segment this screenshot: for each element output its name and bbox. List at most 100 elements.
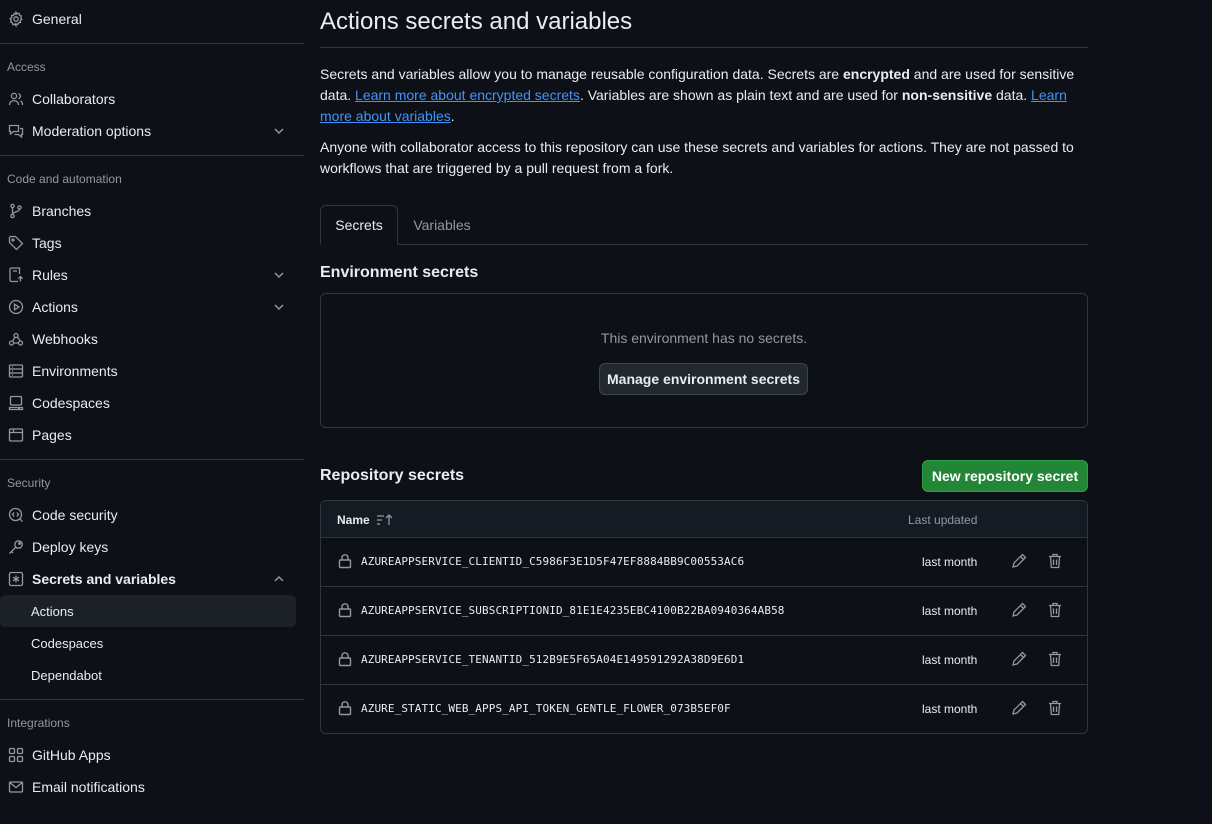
secrets-tabs: Secrets Variables: [320, 205, 1088, 245]
sidebar-item-label: Moderation options: [32, 123, 152, 139]
pencil-icon[interactable]: [1010, 552, 1028, 570]
sidebar-item-label: Codespaces: [31, 635, 104, 651]
sidebar-heading-integrations: Integrations: [7, 716, 70, 730]
sidebar-item-collaborators[interactable]: Collaborators: [0, 83, 296, 115]
sidebar-item-github-apps[interactable]: GitHub Apps: [0, 739, 296, 771]
secret-name: AZUREAPPSERVICE_TENANTID_512B9E5F65A04E1…: [361, 653, 745, 666]
table-row: AZURE_STATIC_WEB_APPS_API_TOKEN_GENTLE_F…: [321, 685, 1087, 733]
chevron-down-icon[interactable]: [272, 300, 286, 314]
description-access: Anyone with collaborator access to this …: [320, 139, 1074, 176]
sidebar-item-environments[interactable]: Environments: [0, 355, 296, 387]
sidebar-item-label: Tags: [32, 235, 62, 251]
lock-icon: [338, 701, 352, 716]
environment-secrets-title: Environment secrets: [320, 264, 479, 281]
sidebar-divider: [0, 699, 304, 700]
trash-icon[interactable]: [1046, 552, 1064, 570]
sidebar-subitem-codespaces[interactable]: Codespaces: [0, 627, 296, 659]
comment-discussion-icon: [8, 124, 24, 139]
sidebar-item-code-security[interactable]: Code security: [0, 499, 296, 531]
learn-more-secrets-link[interactable]: Learn more about encrypted secrets: [355, 87, 580, 103]
sidebar-item-label: GitHub Apps: [32, 747, 111, 763]
secret-name: AZUREAPPSERVICE_SUBSCRIPTIONID_81E1E4235…: [361, 604, 785, 617]
column-header-label: Name: [337, 513, 370, 527]
secret-name: AZUREAPPSERVICE_CLIENTID_C5986F3E1D5F47E…: [361, 555, 745, 568]
sort-ascending-icon[interactable]: [376, 513, 394, 527]
settings-sidebar: General Access Collaborators Moderation …: [0, 0, 304, 824]
sidebar-item-label: Codespaces: [32, 395, 110, 411]
title-divider: [320, 47, 1088, 48]
branch-icon: [10, 203, 22, 219]
description-text: Secrets and variables allow you to manag…: [320, 66, 843, 82]
sidebar-item-webhooks[interactable]: Webhooks: [0, 323, 296, 355]
sidebar-item-label: Email notifications: [32, 779, 145, 795]
lock-icon: [338, 652, 352, 667]
sidebar-item-label: Dependabot: [31, 667, 102, 683]
lock-icon: [338, 554, 352, 569]
tab-secrets[interactable]: Secrets: [320, 205, 398, 245]
table-row: AZUREAPPSERVICE_CLIENTID_C5986F3E1D5F47E…: [321, 538, 1087, 587]
tab-variables[interactable]: Variables: [398, 205, 486, 245]
codespaces-icon: [8, 395, 24, 411]
secret-last-updated: last month: [922, 653, 978, 667]
sidebar-item-moderation[interactable]: Moderation options: [0, 115, 296, 147]
pencil-icon[interactable]: [1010, 601, 1028, 619]
trash-icon[interactable]: [1046, 601, 1064, 619]
repository-secrets-title: Repository secrets: [320, 467, 465, 484]
secret-last-updated: last month: [922, 604, 978, 618]
pencil-icon[interactable]: [1010, 650, 1028, 668]
table-row: AZUREAPPSERVICE_SUBSCRIPTIONID_81E1E4235…: [321, 587, 1087, 636]
sidebar-item-email-notifications[interactable]: Email notifications: [0, 771, 296, 803]
sidebar-item-branches[interactable]: Branches: [0, 195, 296, 227]
sidebar-heading-access: Access: [7, 60, 46, 74]
sidebar-item-general[interactable]: General: [0, 3, 296, 35]
sidebar-item-rules[interactable]: Rules: [0, 259, 296, 291]
sidebar-item-label: Branches: [32, 203, 92, 219]
webhook-icon: [8, 332, 24, 346]
sidebar-item-tags[interactable]: Tags: [0, 227, 296, 259]
page-title: Actions secrets and variables: [320, 8, 633, 35]
manage-environment-secrets-button[interactable]: Manage environment secrets: [599, 363, 808, 395]
pencil-icon[interactable]: [1010, 699, 1028, 717]
sidebar-item-label: Actions: [31, 603, 74, 619]
chevron-down-icon[interactable]: [272, 268, 286, 282]
column-header-name[interactable]: Name: [337, 513, 394, 527]
mail-icon: [8, 781, 24, 793]
description-text: data.: [992, 87, 1032, 103]
secret-last-updated: last month: [922, 555, 978, 569]
sidebar-divider: [0, 43, 304, 44]
secret-last-updated: last month: [922, 702, 978, 716]
sidebar-divider: [0, 459, 304, 460]
sidebar-item-label: Collaborators: [32, 91, 116, 107]
secret-name: AZURE_STATIC_WEB_APPS_API_TOKEN_GENTLE_F…: [361, 702, 731, 715]
browser-icon: [8, 428, 24, 442]
repo-push-icon: [9, 267, 23, 283]
key-icon: [9, 540, 23, 554]
sidebar-subitem-dependabot[interactable]: Dependabot: [0, 659, 296, 691]
description-text: .: [450, 108, 455, 124]
play-icon: [8, 299, 24, 315]
new-repository-secret-button[interactable]: New repository secret: [922, 460, 1088, 492]
trash-icon[interactable]: [1046, 650, 1064, 668]
apps-icon: [8, 747, 24, 763]
sidebar-item-actions[interactable]: Actions: [0, 291, 296, 323]
codescan-icon: [8, 507, 23, 522]
sidebar-item-deploy-keys[interactable]: Deploy keys: [0, 531, 296, 563]
sidebar-subitem-actions[interactable]: Actions: [0, 595, 296, 627]
description-emphasis: encrypted: [842, 66, 910, 82]
sidebar-item-label: Rules: [32, 267, 68, 283]
gear-icon: [9, 11, 23, 27]
sidebar-item-label: Pages: [32, 427, 72, 443]
sidebar-item-codespaces[interactable]: Codespaces: [0, 387, 296, 419]
asterisk-icon: [8, 571, 24, 587]
sidebar-item-label: Code security: [32, 507, 118, 523]
sidebar-item-pages[interactable]: Pages: [0, 419, 296, 451]
chevron-down-icon[interactable]: [272, 124, 286, 138]
sidebar-item-label: Webhooks: [32, 331, 98, 347]
trash-icon[interactable]: [1046, 699, 1064, 717]
sidebar-item-label: Secrets and variables: [32, 571, 176, 587]
table-row: AZUREAPPSERVICE_TENANTID_512B9E5F65A04E1…: [321, 636, 1087, 685]
sidebar-item-label: Environments: [32, 363, 118, 379]
chevron-up-icon[interactable]: [272, 572, 286, 586]
sidebar-item-secrets-variables[interactable]: Secrets and variables: [0, 563, 296, 595]
description-text: . Variables are shown as plain text and …: [579, 87, 902, 103]
